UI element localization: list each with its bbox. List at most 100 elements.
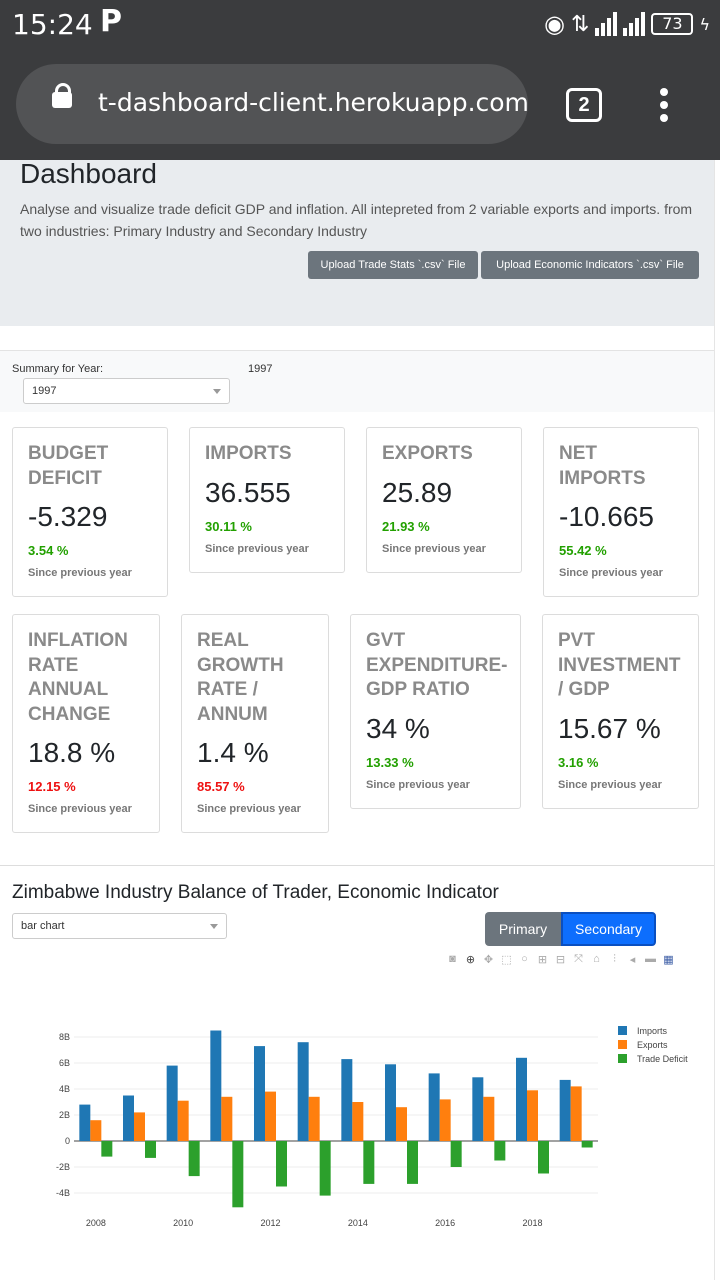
card-since: Since previous year [197, 803, 301, 815]
card-value: 25.89 [382, 476, 453, 508]
spike-lines-icon[interactable]: ⫶ [608, 953, 621, 966]
primary-industry-button[interactable]: Primary [485, 912, 561, 946]
pan-icon[interactable]: ✥ [482, 953, 495, 966]
card-change: 13.33 % [366, 754, 414, 770]
card-title: INFLATION RATE ANNUAL CHANGE [28, 630, 128, 725]
card-value: 34 % [366, 712, 430, 744]
zoom-icon[interactable]: ⊕ [464, 953, 477, 966]
x-tick-label: 2012 [260, 1218, 280, 1228]
bar-trade-deficit [450, 1141, 462, 1167]
bar-exports [527, 1090, 538, 1141]
card-net-imports: NET IMPORTS -10.665 55.42 % Since previo… [543, 427, 699, 597]
lasso-select-icon[interactable]: ○ [518, 953, 531, 966]
bar-trade-deficit [363, 1141, 375, 1184]
bar-exports [134, 1112, 145, 1141]
hotspot-icon: ◉ [544, 10, 565, 38]
chart-section-title: Zimbabwe Industry Balance of Trader, Eco… [12, 882, 499, 903]
card-value: -5.329 [28, 501, 108, 532]
card-value: 36.555 [205, 476, 291, 508]
zoom-out-icon[interactable]: ⊟ [554, 953, 567, 966]
card-title: GVT EXPENDITURE-GDP RATIO [366, 630, 508, 700]
x-tick-label: 2014 [348, 1218, 368, 1228]
bar-trade-deficit [101, 1141, 113, 1157]
card-title: BUDGET DEFICIT [28, 443, 109, 489]
card-budget-deficit: BUDGET DEFICIT -5.329 3.54 % Since previ… [12, 427, 168, 597]
year-select-value: 1997 [32, 385, 57, 397]
bar-exports [265, 1091, 276, 1141]
legend-swatch [618, 1026, 627, 1035]
y-tick-label: 4B [59, 1084, 70, 1094]
url-text[interactable]: t-dashboard-client.herokuapp.com [98, 88, 529, 117]
reset-axes-icon[interactable]: ⌂ [590, 953, 603, 966]
card-change: 85.57 % [197, 779, 245, 794]
card-since: Since previous year [28, 803, 132, 815]
card-value: 18.8 % [28, 737, 116, 768]
card-since: Since previous year [382, 542, 486, 555]
card-since: Since previous year [558, 778, 662, 791]
card-since: Since previous year [205, 542, 309, 555]
bar-imports [210, 1030, 222, 1141]
card-title: EXPORTS [382, 443, 473, 464]
bar-trade-deficit [319, 1141, 331, 1196]
card-title: PVT INVESTMENT / GDP [558, 630, 681, 700]
parking-app-icon: P [100, 4, 122, 39]
summary-label: Summary for Year: [12, 363, 104, 375]
hover-compare-icon[interactable]: ▬ [644, 953, 657, 966]
card-gvt-expenditure: GVT EXPENDITURE-GDP RATIO 34 % 13.33 % S… [350, 614, 521, 809]
card-pvt-investment: PVT INVESTMENT / GDP 15.67 % 3.16 % Sinc… [542, 614, 699, 809]
y-tick-label: 2B [59, 1110, 70, 1120]
bar-imports [516, 1057, 527, 1141]
x-tick-label: 2008 [86, 1218, 106, 1228]
tab-switcher-button[interactable]: 2 [566, 88, 602, 122]
x-tick-label: 2018 [522, 1218, 542, 1228]
bar-exports [396, 1107, 407, 1141]
bar-exports [483, 1096, 495, 1141]
lock-icon [52, 83, 72, 108]
browser-menu-icon[interactable] [658, 88, 670, 124]
upload-economic-indicators-button[interactable]: Upload Economic Indicators `.csv` File [481, 251, 699, 279]
plotly-logo-icon[interactable]: ▦ [662, 953, 675, 966]
summary-year-display: 1997 [248, 363, 273, 375]
chart-type-select[interactable]: bar chart [12, 913, 227, 939]
card-real-growth-rate: REAL GROWTH RATE / ANNUM 1.4 % 85.57 % S… [181, 614, 329, 833]
chevron-down-icon [213, 389, 221, 394]
card-change: 30.11 % [205, 518, 252, 534]
camera-icon[interactable]: ◙ [446, 953, 459, 966]
card-value: 1.4 % [197, 737, 269, 768]
section-divider [0, 865, 714, 866]
chart-type-select-value: bar chart [21, 920, 65, 932]
zoom-in-icon[interactable]: ⊞ [536, 953, 549, 966]
card-value: 15.67 % [558, 712, 661, 744]
page-title: Dashboard [20, 158, 157, 189]
box-select-icon[interactable]: ⬚ [500, 953, 513, 966]
scroll-edge [714, 160, 720, 1280]
card-value: -10.665 [559, 501, 654, 532]
bar-trade-deficit [232, 1141, 244, 1208]
upload-trade-stats-button[interactable]: Upload Trade Stats `.csv` File [308, 251, 478, 279]
chart-modebar: ◙ ⊕ ✥ ⬚ ○ ⊞ ⊟ ⤧ ⌂ ⫶ ◂ ▬ ▦ [446, 953, 675, 966]
secondary-industry-button[interactable]: Secondary [561, 912, 656, 946]
card-since: Since previous year [366, 778, 470, 791]
bar-imports [428, 1073, 440, 1141]
year-select[interactable]: 1997 [23, 378, 230, 404]
card-title: IMPORTS [205, 443, 292, 464]
bar-trade-deficit [494, 1141, 506, 1161]
legend-label: Imports [637, 1026, 668, 1036]
signal-icon [623, 12, 646, 36]
bar-exports [439, 1099, 451, 1141]
bar-trade-deficit [538, 1141, 549, 1174]
card-change: 3.16 % [558, 754, 599, 770]
signal-hplus-icon [595, 12, 618, 36]
bar-trade-deficit [407, 1141, 418, 1184]
card-title: REAL GROWTH RATE / ANNUM [197, 630, 284, 725]
card-change: 12.15 % [28, 779, 76, 794]
bar-exports [570, 1086, 582, 1141]
card-change: 3.54 % [28, 543, 69, 558]
bar-trade-deficit [581, 1141, 593, 1148]
card-exports: EXPORTS 25.89 21.93 % Since previous yea… [366, 427, 522, 573]
bar-imports [297, 1042, 309, 1141]
address-bar[interactable]: t-dashboard-client.herokuapp.com [16, 64, 529, 144]
bar-imports [79, 1104, 91, 1141]
hover-closest-icon[interactable]: ◂ [626, 953, 639, 966]
autoscale-icon[interactable]: ⤧ [572, 953, 585, 966]
